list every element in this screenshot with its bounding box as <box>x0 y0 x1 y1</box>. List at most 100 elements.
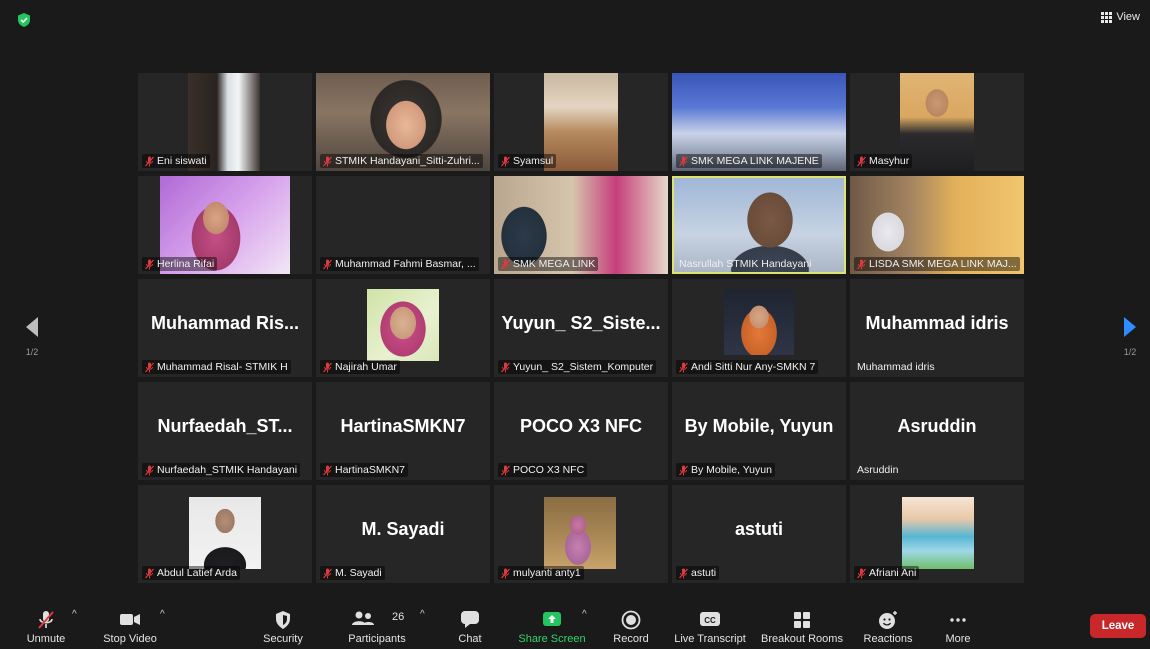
closed-captions-icon: CC <box>700 612 720 626</box>
reactions-label: Reactions <box>863 633 913 645</box>
breakout-rooms-button[interactable]: Breakout Rooms <box>758 603 846 649</box>
participant-tile[interactable]: SMK MEGA LINK <box>494 176 668 274</box>
participant-display-name: HartinaSMKN7 <box>340 416 466 436</box>
smiley-face-icon <box>879 611 897 629</box>
participant-tile[interactable]: Asruddin Asruddin <box>850 382 1024 480</box>
participant-name: Afriani Ani <box>854 566 920 580</box>
participant-name: Muhammad Fahmi Basmar, ... <box>320 257 479 271</box>
arrow-left-icon <box>26 317 38 337</box>
muted-mic-icon <box>323 156 332 167</box>
next-page-button[interactable]: 1/2 <box>1120 316 1140 357</box>
participant-tile[interactable]: Masyhur <box>850 73 1024 171</box>
meeting-toolbar: Unmute ^ Stop Video ^ Security 26 Partic… <box>0 603 1150 649</box>
view-button[interactable]: View <box>1101 11 1140 23</box>
participant-name: SMK MEGA LINK <box>498 257 599 271</box>
participant-tile[interactable]: Yuyun_ S2_Siste... Yuyun_ S2_Sistem_Komp… <box>494 279 668 377</box>
participants-options-caret-icon[interactable]: ^ <box>420 609 425 620</box>
share-screen-label: Share Screen <box>518 633 586 645</box>
participant-video <box>902 497 974 569</box>
participant-tile[interactable]: Nurfaedah_ST... Nurfaedah_STMIK Handayan… <box>138 382 312 480</box>
participant-tile[interactable]: mulyanti anty1 <box>494 485 668 583</box>
muted-mic-icon <box>501 259 510 270</box>
participant-video <box>724 289 794 355</box>
participant-tile[interactable]: Syamsul <box>494 73 668 171</box>
participants-label: Participants <box>348 633 406 645</box>
participant-name: Asruddin <box>857 464 899 476</box>
participant-name: Andi Sitti Nur Any-SMKN 7 <box>676 360 819 374</box>
video-camera-icon <box>120 614 140 625</box>
chat-label: Chat <box>458 633 482 645</box>
participant-display-name: astuti <box>734 519 783 539</box>
participants-count: 26 <box>392 611 405 623</box>
muted-mic-icon <box>323 259 332 270</box>
encryption-shield-icon[interactable] <box>16 12 32 28</box>
muted-mic-icon <box>679 465 688 476</box>
participants-button[interactable]: 26 Participants <box>342 603 412 649</box>
page-indicator-left: 1/2 <box>25 347 39 357</box>
participant-tile[interactable]: STMIK Handayani_Sitti-Zuhri... <box>316 73 490 171</box>
live-transcript-button[interactable]: CC Live Transcript <box>672 603 748 649</box>
muted-mic-icon <box>501 362 510 373</box>
muted-mic-icon <box>679 362 688 373</box>
view-label: View <box>1116 11 1140 23</box>
participant-tile-active-speaker[interactable]: Nasrullah STMIK Handayani <box>672 176 846 274</box>
participant-name: M. Sayadi <box>320 566 385 580</box>
record-label: Record <box>613 633 649 645</box>
share-options-caret-icon[interactable]: ^ <box>582 609 587 620</box>
security-label: Security <box>263 633 303 645</box>
reactions-button[interactable]: Reactions <box>860 603 916 649</box>
participant-tile[interactable]: Andi Sitti Nur Any-SMKN 7 <box>672 279 846 377</box>
muted-mic-icon <box>145 259 154 270</box>
participant-tile[interactable]: By Mobile, Yuyun By Mobile, Yuyun <box>672 382 846 480</box>
participant-tile[interactable]: Muhammad Fahmi Basmar, ... <box>316 176 490 274</box>
more-button[interactable]: More <box>936 603 980 649</box>
unmute-button[interactable]: Unmute <box>20 603 72 649</box>
participant-tile[interactable]: POCO X3 NFC POCO X3 NFC <box>494 382 668 480</box>
participant-tile[interactable]: Eni siswati <box>138 73 312 171</box>
chat-bubble-icon <box>461 611 479 628</box>
muted-mic-icon <box>501 465 510 476</box>
participant-display-name: Asruddin <box>897 416 977 436</box>
audio-options-caret-icon[interactable]: ^ <box>72 609 77 620</box>
video-options-caret-icon[interactable]: ^ <box>160 609 165 620</box>
previous-page-button[interactable]: 1/2 <box>22 316 42 357</box>
participant-tile[interactable]: M. Sayadi M. Sayadi <box>316 485 490 583</box>
participant-display-name: Nurfaedah_ST... <box>157 416 293 436</box>
participant-name: LISDA SMK MEGA LINK MAJ... <box>854 257 1020 271</box>
participant-name: Abdul Latief Arda <box>142 566 240 580</box>
record-icon <box>621 610 641 630</box>
muted-mic-icon <box>323 465 332 476</box>
record-button[interactable]: Record <box>608 603 654 649</box>
muted-microphone-icon <box>38 611 54 629</box>
security-button[interactable]: Security <box>258 603 308 649</box>
muted-mic-icon <box>679 568 688 579</box>
chat-button[interactable]: Chat <box>450 603 490 649</box>
share-screen-button[interactable]: Share Screen <box>514 603 590 649</box>
participant-tile[interactable]: astuti astuti <box>672 485 846 583</box>
security-shield-icon <box>276 611 290 629</box>
participant-tile[interactable]: SMK MEGA LINK MAJENE <box>672 73 846 171</box>
video-gallery: Eni siswati STMIK Handayani_Sitti-Zuhri.… <box>138 73 1024 583</box>
participant-name: STMIK Handayani_Sitti-Zuhri... <box>320 154 483 168</box>
participant-name: Masyhur <box>854 154 913 168</box>
participant-name: Nurfaedah_STMIK Handayani <box>142 463 301 477</box>
participant-display-name: Muhammad idris <box>865 313 1009 333</box>
participant-tile[interactable]: Muhammad Ris... Muhammad Risal- STMIK H <box>138 279 312 377</box>
breakout-rooms-icon <box>794 612 810 628</box>
participant-tile[interactable]: Muhammad idris Muhammad idris <box>850 279 1024 377</box>
svg-text:CC: CC <box>704 616 716 625</box>
participant-tile[interactable]: Afriani Ani <box>850 485 1024 583</box>
participant-name: Syamsul <box>498 154 557 168</box>
participant-tile[interactable]: Najirah Umar <box>316 279 490 377</box>
leave-button[interactable]: Leave <box>1090 614 1146 638</box>
participant-tile[interactable]: Herlina Rifai <box>138 176 312 274</box>
stop-video-button[interactable]: Stop Video <box>100 603 160 649</box>
participant-name: SMK MEGA LINK MAJENE <box>676 154 822 168</box>
participant-tile[interactable]: Abdul Latief Arda <box>138 485 312 583</box>
participant-tile[interactable]: HartinaSMKN7 HartinaSMKN7 <box>316 382 490 480</box>
participant-display-name: By Mobile, Yuyun <box>684 416 834 436</box>
participant-display-name: Muhammad Ris... <box>150 313 300 333</box>
participant-tile[interactable]: LISDA SMK MEGA LINK MAJ... <box>850 176 1024 274</box>
participant-name: Yuyun_ S2_Sistem_Komputer <box>498 360 657 374</box>
top-bar: View <box>0 0 1150 40</box>
